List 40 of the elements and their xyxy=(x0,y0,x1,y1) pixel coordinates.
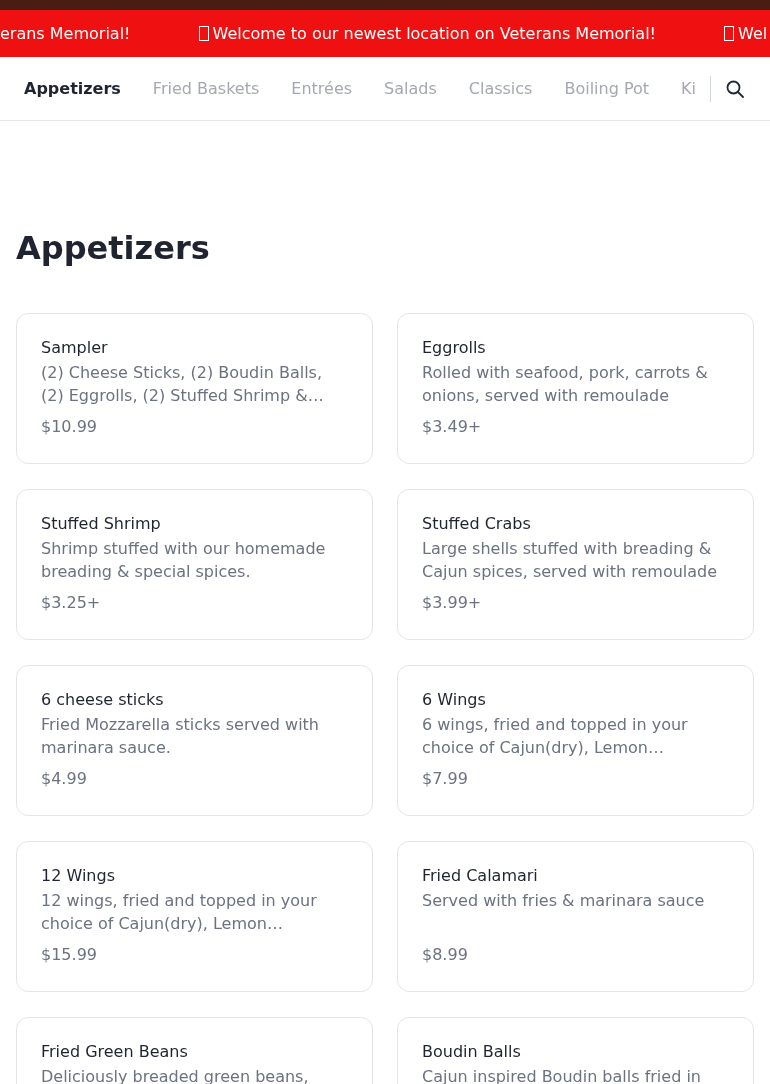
item-description: 6 wings, fried and topped in your choice of Cajun(dry), Lemon… xyxy=(422,714,689,759)
item-price: $3.99+ xyxy=(422,593,483,613)
item-name: Stuffed Shrimp xyxy=(41,514,162,534)
item-name: 6 cheese sticks xyxy=(41,690,165,710)
item-description: Served with fries & marinara sauce xyxy=(422,890,706,912)
item-name: Fried Calamari xyxy=(422,866,539,886)
item-name: 6 Wings xyxy=(422,690,487,710)
announcement-text: erans Memorial! xyxy=(0,22,131,45)
menu-item-card[interactable]: Eggrolls Rolled with seafood, pork, carrots & onions, served with remoulade $3.49+ xyxy=(397,313,754,464)
item-price: $4.99 xyxy=(41,769,88,789)
menu-item-card[interactable]: Fried Calamari Served with fries & marinara sauce $8.99 xyxy=(397,841,754,992)
menu-item-card[interactable]: Sampler (2) Cheese Sticks, (2) Boudin Balls, (2) Eggrolls, (2) Stuffed Shrimp &… $10.99 xyxy=(16,313,373,464)
item-price: $15.99 xyxy=(41,945,98,965)
item-price: $10.99 xyxy=(41,417,98,437)
menu-item-card[interactable]: 6 cheese sticks Fried Mozzarella sticks served with marinara sauce. $4.99 xyxy=(16,665,373,816)
announcement-text: Wel xyxy=(738,22,768,45)
item-price: $3.49+ xyxy=(422,417,483,437)
item-name: Eggrolls xyxy=(422,338,487,358)
item-name: Boudin Balls xyxy=(422,1042,522,1062)
item-name: Stuffed Crabs xyxy=(422,514,532,534)
announcement-text: Welcome to our newest location on Veterans Memorial! xyxy=(212,22,657,45)
item-price: $8.99 xyxy=(422,945,469,965)
menu-item-card[interactable]: 6 Wings 6 wings, fried and topped in your choice of Cajun(dry), Lemon… $7.99 xyxy=(397,665,754,816)
item-description: Large shells stuffed with breading & Cajun spices, served with remoulade xyxy=(422,538,719,583)
item-name: 12 Wings xyxy=(41,866,116,886)
menu-item-card[interactable]: Stuffed Crabs Large shells stuffed with breading & Cajun spices, served with remoulade $3.99+ xyxy=(397,489,754,640)
item-description: 12 wings, fried and topped in your choice of Cajun(dry), Lemon… xyxy=(41,890,318,935)
section-heading: Appetizers xyxy=(15,228,211,268)
item-description: (2) Cheese Sticks, (2) Boudin Balls, (2) Eggrolls, (2) Stuffed Shrimp &… xyxy=(41,362,325,407)
menu-item-card[interactable]: 12 Wings 12 wings, fried and topped in your choice of Cajun(dry), Lemon… $15.99 xyxy=(16,841,373,992)
category-tab[interactable]: Appetizers xyxy=(24,76,121,101)
item-description: Fried Mozzarella sticks served with marinara sauce. xyxy=(41,714,320,759)
search-icon[interactable] xyxy=(726,79,744,98)
item-description: Rolled with seafood, pork, carrots & onions, served with remoulade xyxy=(422,362,709,407)
item-name: Fried Green Beans xyxy=(41,1042,189,1062)
menu-item-card[interactable]: Stuffed Shrimp Shrimp stuffed with our homemade breading & special spices. $3.25+ xyxy=(16,489,373,640)
item-name: Sampler xyxy=(41,338,109,358)
item-description: Shrimp stuffed with our homemade breading & special spices. xyxy=(41,538,327,583)
item-price: $7.99 xyxy=(422,769,469,789)
item-price: $3.25+ xyxy=(41,593,102,613)
